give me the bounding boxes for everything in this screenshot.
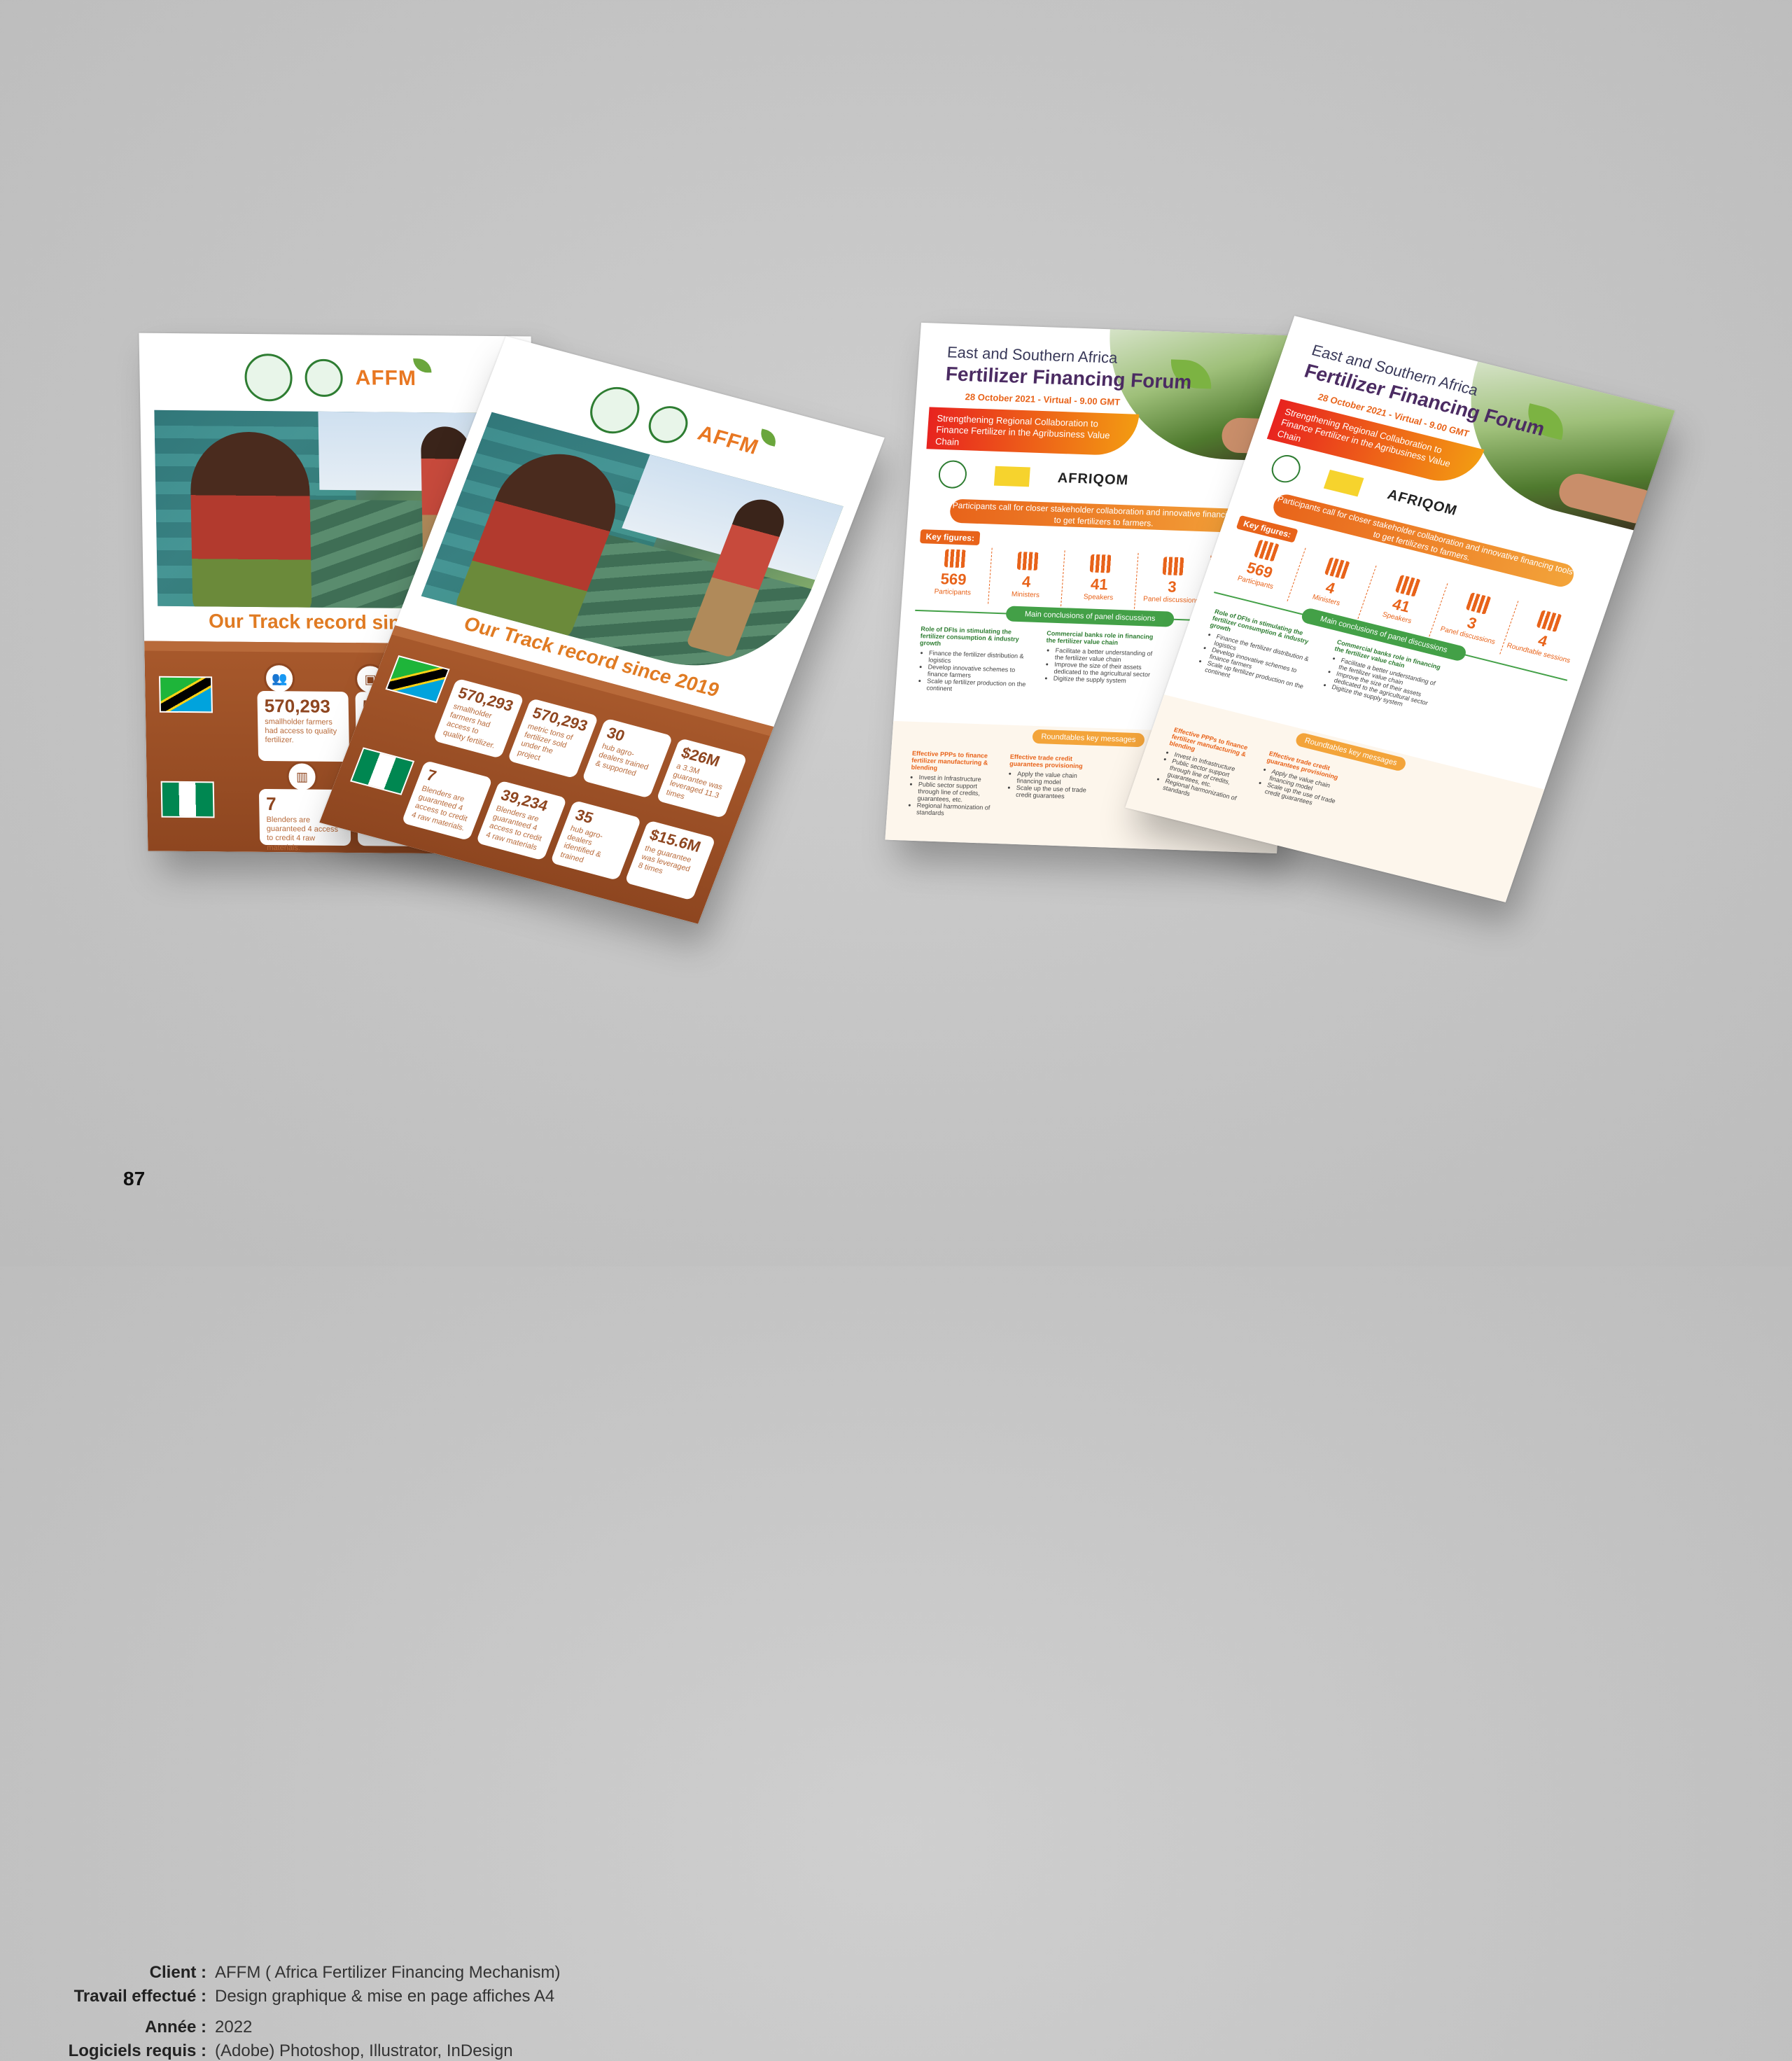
page-number: 87 xyxy=(123,1168,146,1189)
farmers-photo xyxy=(421,412,844,691)
forum-ribbon: Strengthening Regional Collaboration to … xyxy=(926,407,1140,456)
afdb-logo-icon xyxy=(1268,452,1305,486)
key-figures-label: Key figures: xyxy=(919,529,981,546)
conclusion-title: Role of DFIs in stimulating the fertiliz… xyxy=(919,625,1020,648)
nigeria-flag-icon xyxy=(350,747,415,795)
stat-number: 570,293 xyxy=(264,695,331,717)
key-figure: 41 Speakers xyxy=(1061,550,1139,609)
key-figure-label: Participants xyxy=(934,587,972,597)
affm-logo-text: AFFM xyxy=(694,421,762,459)
speaker-icon xyxy=(1089,554,1112,573)
partner-logo-icon xyxy=(993,466,1030,487)
roundtable-list: Apply the value chain financing model Sc… xyxy=(1007,770,1093,801)
caption-value: 2022 xyxy=(215,2018,253,2036)
forum-date: 28 October 2021 - Virtual - 9.00 GMT xyxy=(965,391,1121,407)
list-item: Scale up the use of trade credit guarant… xyxy=(1016,784,1092,801)
minister-icon xyxy=(1324,557,1351,580)
partner-logo-icon xyxy=(1323,469,1364,497)
key-figure: 569 Participants xyxy=(916,545,993,604)
afdb-seal-icon xyxy=(643,402,694,447)
caption-key: Client : xyxy=(149,1963,206,1982)
conclusion-title: Commercial banks role in financing the f… xyxy=(1046,629,1154,646)
afriqom-logo: AFRIQOM xyxy=(1057,470,1130,488)
stat-card: $15.6M the guarantee was leveraged 8 tim… xyxy=(624,820,716,901)
woman-portrait xyxy=(189,431,312,610)
caption-value: AFFM ( Africa Fertilizer Financing Mecha… xyxy=(215,1963,561,1982)
panel-icon xyxy=(1465,592,1492,615)
key-figure-number: 569 xyxy=(939,570,967,589)
caption-value: Design graphique & mise en page affiches… xyxy=(215,1987,555,2006)
caption-row-software: Logiciels requis : (Adobe) Photoshop, Il… xyxy=(0,2041,513,2061)
stat-card: 7 Blenders are guaranteed 4 access to cr… xyxy=(401,760,493,841)
afdb-logo-icon xyxy=(244,353,293,402)
nigeria-flag-icon xyxy=(160,781,215,818)
key-figure-number: 4 xyxy=(1021,573,1032,591)
stat-card: 570,293 metric tons of fertilizer sold u… xyxy=(507,698,599,779)
stat-card: 570,293 smallholder farmers had access t… xyxy=(433,678,525,759)
list-item: Regional harmonization of standards xyxy=(916,802,993,818)
roundtable-icon xyxy=(1536,610,1563,633)
stat-description: smallholder farmers had access to qualit… xyxy=(265,718,337,745)
panel-icon xyxy=(1162,557,1185,576)
list-item: Public sector support through line of cr… xyxy=(917,781,994,804)
afdb-seal-icon xyxy=(304,358,344,398)
factory-icon: ▥ xyxy=(286,761,318,792)
key-figure: 4 Ministers xyxy=(988,547,1066,607)
affm-logo: AFFM xyxy=(355,358,432,391)
afriqom-logo: AFRIQOM xyxy=(1385,487,1460,519)
caption-row-year: Année : 2022 xyxy=(0,2018,252,2037)
affm-logo: AFFM xyxy=(694,421,780,460)
caption-key: Logiciels requis : xyxy=(68,2041,206,2060)
minister-icon xyxy=(1016,551,1040,571)
conclusion-column: Commercial banks role in financing the f… xyxy=(1308,638,1447,752)
conclusion-column: Commercial banks role in financing the f… xyxy=(1041,629,1159,724)
afdb-logo-icon xyxy=(583,382,647,439)
key-figure-number: 41 xyxy=(1090,575,1109,594)
conclusion-column: Role of DFIs in stimulating the fertiliz… xyxy=(1186,608,1325,721)
affm-logo-text: AFFM xyxy=(355,366,417,391)
tanzania-flag-icon xyxy=(159,676,213,713)
stat-card: $26M a 3.3M guarantee was leveraged 11.3… xyxy=(656,738,748,819)
key-figure-label: Ministers xyxy=(1011,590,1040,600)
caption-key: Année : xyxy=(144,2018,206,2036)
speaker-icon xyxy=(1394,574,1422,597)
call-banner: Participants call for closer stakeholder… xyxy=(949,498,1259,533)
people-icon xyxy=(944,549,967,568)
caption-key: Travail effectué : xyxy=(74,1987,206,2006)
caption-row-client: Client : AFFM ( Africa Fertilizer Financ… xyxy=(0,1963,561,1983)
list-item: Scale up fertilizer production on the co… xyxy=(926,678,1029,695)
people-icon xyxy=(1253,539,1280,562)
stat-card: 39,234 Blenders are guaranteed 4 access … xyxy=(475,780,568,861)
tanzania-flag-icon xyxy=(385,655,450,704)
roundtable-column: Effective trade credit guarantees provis… xyxy=(1007,753,1094,801)
stat-card: 30 hub agro-dealers trained & supported xyxy=(581,718,673,799)
caption-row-work: Travail effectué : Design graphique & mi… xyxy=(0,1987,555,2006)
roundtable-column: Effective PPPs to finance fertilizer man… xyxy=(908,750,996,818)
conclusion-list: Facilitate a better understanding of the… xyxy=(1044,646,1158,685)
farmers-icon: 👥 xyxy=(263,663,295,694)
partner-logos: AFRIQOM xyxy=(937,456,1275,503)
project-caption: Client : AFFM ( Africa Fertilizer Financ… xyxy=(0,980,1792,2060)
mockup-stage: AFFM Our Track record since 2019 👥 ▣ 570… xyxy=(0,0,1792,980)
conclusion-column: Role of DFIs in stimulating the fertiliz… xyxy=(915,625,1033,720)
afdb-logo-icon xyxy=(937,459,968,489)
stat-card: 35 hub agro-dealers identified & trained xyxy=(550,799,642,881)
roundtable-list: Invest in Infrastructure Public sector s… xyxy=(908,774,995,818)
poster-logos: AFFM xyxy=(244,349,432,407)
stat-card: 570,293 smallholder farmers had access t… xyxy=(257,690,350,762)
roundtable-title: Effective PPPs to finance fertilizer man… xyxy=(911,749,988,772)
key-figure-label: Speakers xyxy=(1083,593,1114,602)
conclusion-list: Finance the fertilizer distribution & lo… xyxy=(916,649,1031,694)
caption-value: (Adobe) Photoshop, Illustrator, InDesign xyxy=(215,2041,513,2060)
hand xyxy=(1554,470,1661,527)
roundtable-title: Effective trade credit guarantees provis… xyxy=(1009,753,1084,770)
